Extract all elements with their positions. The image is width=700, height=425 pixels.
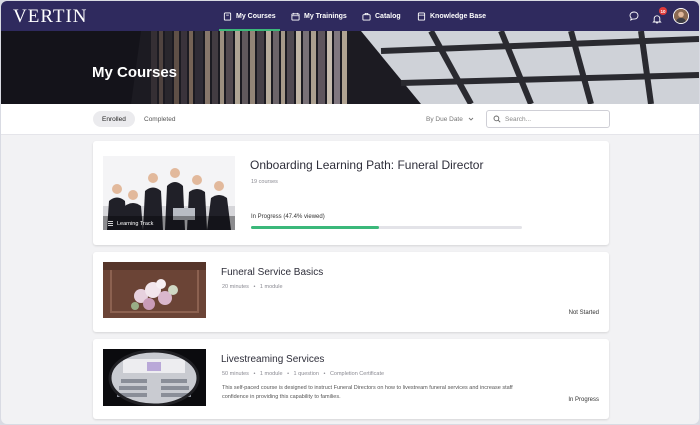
knowledge-base-icon: [417, 11, 426, 21]
page-title: My Courses: [92, 64, 178, 81]
course-card-onboarding[interactable]: Learning Track Onboarding Learning Path:…: [93, 141, 609, 245]
chat-button[interactable]: [629, 1, 639, 31]
course-thumbnail[interactable]: Learning Track: [103, 156, 235, 230]
meta-separator: •: [253, 284, 256, 290]
calendar-icon: [291, 12, 300, 21]
nav-my-courses[interactable]: My Courses: [219, 1, 280, 31]
chat-bubble-icon: [629, 11, 639, 21]
avatar-photo-icon: [674, 9, 688, 23]
notifications-button[interactable]: 10: [652, 1, 667, 31]
chevron-down-icon: [468, 117, 474, 121]
course-duration: 20 minutes: [222, 284, 249, 290]
course-thumbnail[interactable]: [103, 262, 206, 318]
search-icon: [493, 115, 501, 123]
progress-bar: [251, 226, 522, 229]
badge-label: Learning Track: [117, 220, 154, 227]
tab-enrolled[interactable]: Enrolled: [93, 111, 135, 127]
business-team-image: [103, 156, 235, 230]
hero-banner: My Courses: [1, 31, 699, 104]
book-icon: [223, 11, 232, 21]
filter-bar: Enrolled Completed By Due Date: [1, 104, 699, 135]
tab-completed[interactable]: Completed: [135, 111, 184, 127]
user-menu[interactable]: [673, 1, 689, 31]
course-title[interactable]: Onboarding Learning Path: Funeral Direct…: [250, 158, 483, 172]
course-meta: 20 minutes • 1 module: [222, 284, 283, 290]
course-status: In Progress: [568, 397, 599, 403]
meta-separator: •: [287, 371, 290, 377]
progress-fill: [251, 226, 380, 229]
sort-dropdown[interactable]: By Due Date: [426, 111, 475, 127]
course-card-funeral-basics[interactable]: Funeral Service Basics 20 minutes • 1 mo…: [93, 252, 609, 332]
course-meta: 50 minutes • 1 module • 1 question • Com…: [222, 371, 384, 377]
course-title[interactable]: Livestreaming Services: [221, 354, 324, 365]
top-nav: VERTIN My Courses My Trainings Catalog K…: [1, 1, 699, 31]
learning-track-badge: Learning Track: [107, 220, 153, 227]
meta-separator: •: [323, 371, 326, 377]
catalog-icon: [362, 12, 371, 21]
nav-knowledge-base[interactable]: Knowledge Base: [417, 1, 486, 31]
course-questions: 1 question: [293, 371, 319, 377]
course-title[interactable]: Funeral Service Basics: [221, 267, 323, 278]
bell-icon: [652, 15, 662, 24]
course-certificate: Completion Certificate: [329, 371, 385, 377]
app-window: VERTIN My Courses My Trainings Catalog K…: [1, 1, 699, 424]
sort-label: By Due Date: [426, 115, 463, 123]
course-duration: 50 minutes: [222, 371, 249, 377]
list-icon: [108, 221, 113, 226]
course-status: Not Started: [568, 310, 599, 316]
nav-label: Catalog: [375, 12, 401, 20]
nav-label: My Trainings: [304, 12, 347, 20]
progress-status: In Progress (47.4% viewed): [251, 214, 325, 220]
course-thumbnail[interactable]: [103, 349, 206, 406]
search-box[interactable]: [486, 110, 610, 128]
chapel-lens-image: [103, 349, 206, 406]
search-input[interactable]: [505, 115, 605, 123]
meta-separator: •: [253, 371, 256, 377]
course-count: 19 courses: [251, 179, 278, 185]
course-modules: 1 module: [259, 371, 283, 377]
course-description: This self-paced course is designed to in…: [222, 385, 513, 400]
flower-casket-image: [103, 262, 206, 318]
notification-count-badge: 10: [659, 7, 667, 15]
course-modules: 1 module: [259, 284, 283, 290]
brand-logo[interactable]: VERTIN: [13, 6, 88, 28]
avatar: [673, 8, 689, 24]
nav-label: Knowledge Base: [430, 12, 487, 20]
nav-catalog[interactable]: Catalog: [362, 1, 401, 31]
notifications-wrapper: 10: [652, 7, 667, 24]
nav-label: My Courses: [236, 12, 276, 20]
nav-my-trainings[interactable]: My Trainings: [291, 1, 347, 31]
course-card-livestreaming[interactable]: Livestreaming Services 50 minutes • 1 mo…: [93, 339, 609, 419]
